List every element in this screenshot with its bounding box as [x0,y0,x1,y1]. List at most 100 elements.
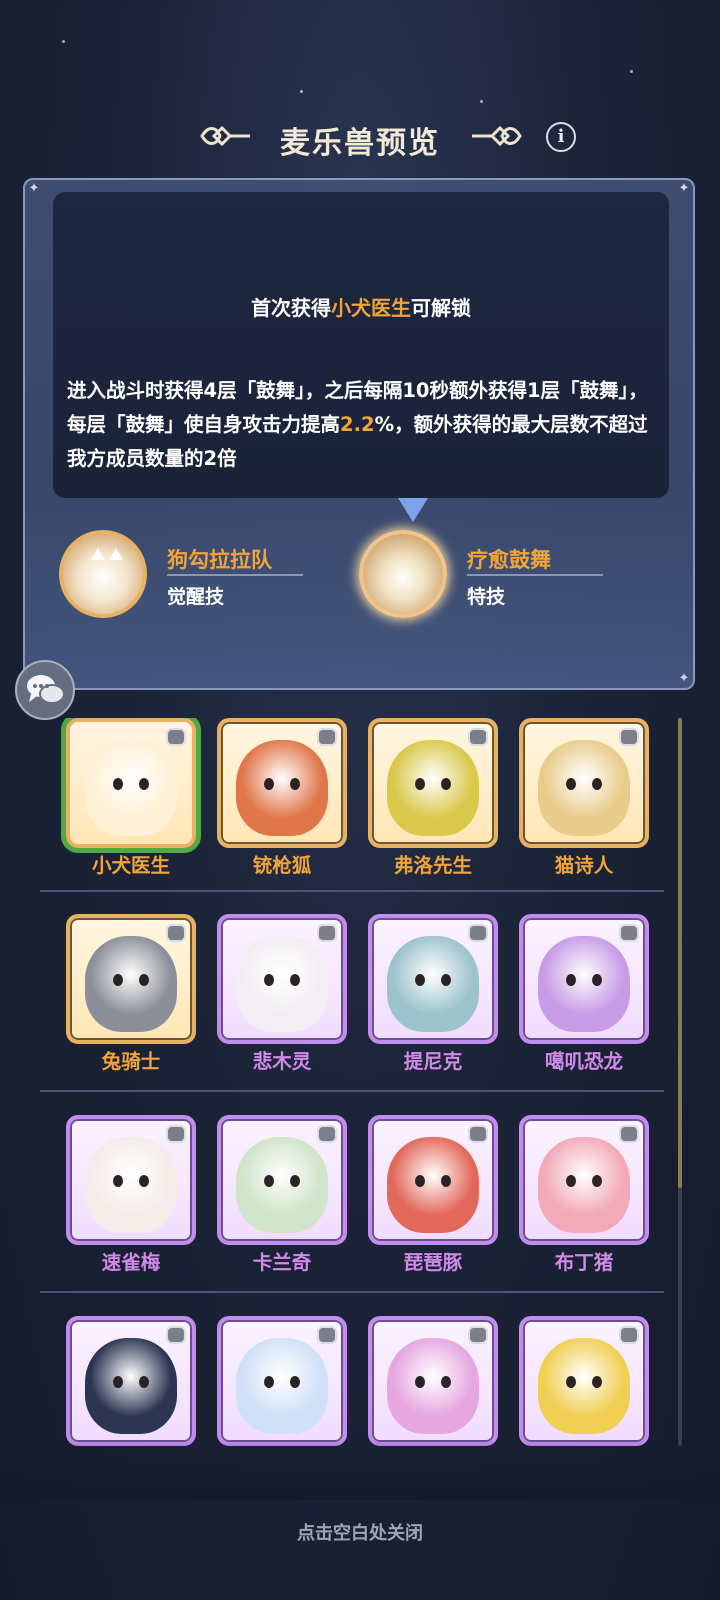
lock-icon [468,924,488,942]
creature-card[interactable] [519,1316,649,1446]
creature-portrait [387,740,479,836]
creature-portrait [85,1338,177,1434]
creature-portrait [538,1338,630,1434]
ornament-right-icon [472,125,522,147]
creature-card[interactable] [66,914,196,1044]
detail-panel: ✦ ✦ ✦ ✦ 首次获得小犬医生可解锁 进入战斗时获得4层「鼓舞」，之后每隔10… [23,178,695,690]
row-divider [40,1291,664,1293]
unlock-prefix: 首次获得 [251,296,331,320]
skill-special-type: 特技 [467,586,506,608]
creature-card[interactable] [217,914,347,1044]
lock-icon [619,1326,639,1344]
creature-portrait [236,1338,328,1434]
creature-eye [441,778,451,790]
skill-special-icon [359,530,447,618]
lock-icon [317,924,337,942]
creature-portrait [236,740,328,836]
creature-card[interactable] [66,1316,196,1446]
creature-eye [415,974,425,986]
creature-eye [290,1376,300,1388]
creature-name: 速雀梅 [101,1251,161,1274]
creature-eye [441,974,451,986]
creature-eye [415,778,425,790]
creature-card[interactable] [519,914,649,1044]
lock-icon [468,1125,488,1143]
creature-card[interactable] [368,718,498,848]
creature-eye [139,974,149,986]
creature-portrait [538,740,630,836]
creature-name: 悲木灵 [252,1050,312,1073]
chat-button[interactable] [15,660,75,720]
creature-eye [415,1175,425,1187]
creature-eye [264,1376,274,1388]
creature-card[interactable] [368,1316,498,1446]
creature-eye [290,778,300,790]
creature-name: 布丁猪 [554,1251,614,1274]
lock-icon [619,728,639,746]
page-title: 麦乐兽预览 [280,126,440,161]
creature-eye [566,1376,576,1388]
lock-icon [166,1326,186,1344]
creature-eye [139,1175,149,1187]
lock-icon [468,728,488,746]
skill-special-name: 疗愈鼓舞 [467,548,551,572]
lock-icon [317,1125,337,1143]
unlock-suffix: 可解锁 [411,296,471,320]
creature-eye [264,1175,274,1187]
desc-percent: 2.2 [340,413,375,436]
creature-portrait [85,1137,177,1233]
creature-card[interactable] [217,718,347,848]
creature-portrait [387,936,479,1032]
scrollbar-thumb[interactable] [678,718,682,1188]
creature-portrait [85,936,177,1032]
creature-eye [113,974,123,986]
close-hint[interactable]: 点击空白处关闭 [0,1519,720,1545]
creature-card[interactable] [368,1115,498,1245]
creature-eye [113,1376,123,1388]
creature-eye [113,778,123,790]
creature-portrait [538,936,630,1032]
creature-name: 卡兰奇 [252,1251,312,1274]
creature-card[interactable] [519,718,649,848]
creature-card[interactable] [66,718,196,848]
info-button[interactable]: i [546,122,576,152]
creature-eye [290,974,300,986]
unlock-creature-name: 小犬医生 [331,296,411,320]
creature-card[interactable] [217,1316,347,1446]
creature-card[interactable] [217,1115,347,1245]
creature-eye [139,778,149,790]
skill-awaken-icon [59,530,147,618]
creature-card[interactable] [368,914,498,1044]
creature-eye [441,1376,451,1388]
creature-eye [139,1376,149,1388]
lock-icon [166,728,186,746]
creature-name: 琵琶豚 [403,1251,463,1274]
creature-portrait [85,740,177,836]
unlock-condition: 首次获得小犬医生可解锁 [53,292,669,321]
creature-name: 弗洛先生 [393,854,472,877]
creature-portrait [236,936,328,1032]
creature-name: 铳枪狐 [252,854,312,877]
creature-eye [592,974,602,986]
lock-icon [619,1125,639,1143]
lock-icon [468,1326,488,1344]
creature-eye [441,1175,451,1187]
corner-star-icon: ✦ [28,181,40,196]
creature-eye [113,1175,123,1187]
creature-name: 提尼克 [403,1050,463,1073]
creature-portrait [387,1338,479,1434]
creature-eye [264,778,274,790]
lock-icon [317,728,337,746]
creature-eye [566,778,576,790]
creature-card[interactable] [66,1115,196,1245]
lock-icon [619,924,639,942]
creature-card[interactable] [519,1115,649,1245]
lock-icon [166,924,186,942]
creature-portrait [538,1137,630,1233]
skill-awaken-name: 狗勾拉拉队 [167,548,272,572]
corner-star-icon: ✦ [678,181,690,196]
creature-eye [592,1376,602,1388]
creature-eye [290,1175,300,1187]
pointer-arrow-icon [398,498,428,522]
creature-grid: 小犬医生 铳枪狐 弗洛先生 猫诗人 兔骑士 悲木灵 提尼克 噶叽恐龙 速雀梅 卡兰奇 琵琶豚 布丁猪 [40,718,670,1458]
